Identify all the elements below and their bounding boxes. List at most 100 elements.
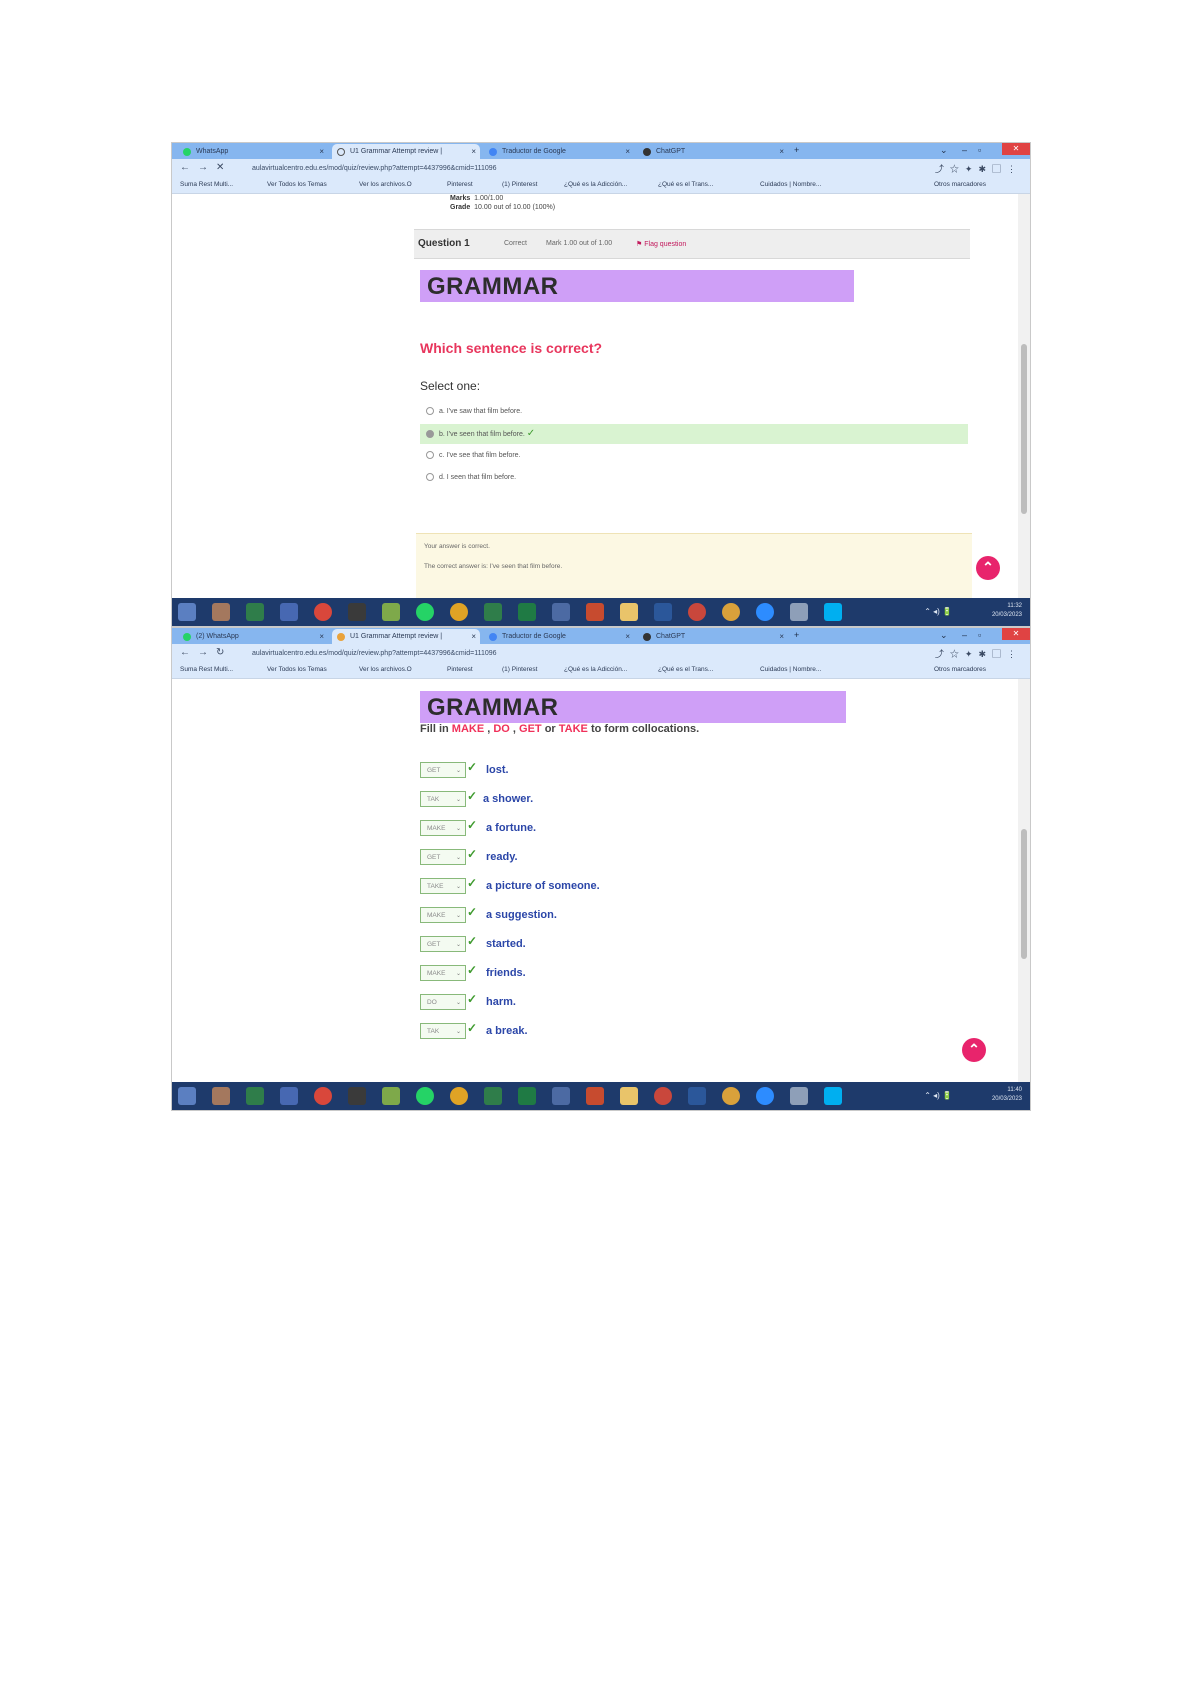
chrome-icon[interactable] <box>722 603 740 621</box>
whatsapp-icon[interactable] <box>416 603 434 621</box>
bookmark-item[interactable]: Pinterest <box>447 666 473 673</box>
answer-select[interactable]: DO ⌄ <box>420 994 466 1010</box>
radio-button[interactable] <box>426 451 434 460</box>
stop-icon[interactable]: ✕ <box>216 162 224 173</box>
tab-whatsapp[interactable]: WhatsApp × <box>178 144 328 159</box>
app-icon[interactable] <box>348 1087 366 1105</box>
answer-select[interactable]: GET ⌄ <box>420 762 466 778</box>
bookmark-item[interactable]: ¿Qué es la Adicción... <box>564 181 627 188</box>
answer-option-correct[interactable]: b. I've seen that film before. ✓ <box>420 424 968 444</box>
excel-icon[interactable] <box>518 603 536 621</box>
app-icon[interactable] <box>348 603 366 621</box>
bookmark-item[interactable]: (1) Pinterest <box>502 666 537 673</box>
tab-search-icon[interactable]: ⌄ <box>940 143 948 157</box>
bookmark-item[interactable]: Ver Todos los Temas <box>267 181 327 188</box>
tray-icons[interactable]: ⌃ ◂) 🔋 <box>924 607 952 616</box>
project-icon[interactable] <box>484 603 502 621</box>
bookmark-item[interactable]: Ver Todos los Temas <box>267 666 327 673</box>
project-icon[interactable] <box>246 603 264 621</box>
chrome-icon[interactable] <box>688 603 706 621</box>
close-tab-icon[interactable]: × <box>779 144 784 159</box>
url-field[interactable]: aulavirtualcentro.edu.es/mod/quiz/review… <box>240 161 812 176</box>
tab-chatgpt[interactable]: ChatGPT × <box>638 144 788 159</box>
url-field[interactable]: aulavirtualcentro.edu.es/mod/quiz/review… <box>240 646 812 661</box>
close-tab-icon[interactable]: × <box>319 144 324 159</box>
radio-button[interactable] <box>426 473 434 482</box>
new-tab-icon[interactable]: + <box>794 143 799 157</box>
folder-icon[interactable] <box>620 603 638 621</box>
toolbar-icons[interactable]: ⤴☆✦✱▢⋮ <box>935 647 1022 660</box>
close-tab-icon[interactable]: × <box>319 629 324 644</box>
word-icon[interactable] <box>654 603 672 621</box>
answer-select[interactable]: TAKE ⌄ <box>420 878 466 894</box>
zoom-icon[interactable] <box>756 603 774 621</box>
close-tab-icon[interactable]: × <box>625 144 630 159</box>
app-icon[interactable] <box>212 1087 230 1105</box>
answer-select[interactable]: GET ⌄ <box>420 936 466 952</box>
back-icon[interactable]: ← <box>180 162 190 173</box>
tab-whatsapp[interactable]: (2) WhatsApp × <box>178 629 328 644</box>
back-to-top-button[interactable]: ⌃ <box>962 1038 986 1062</box>
app-icon[interactable] <box>382 1087 400 1105</box>
bookmark-item[interactable]: Suma Rest Multi... <box>180 666 233 673</box>
bookmark-item[interactable]: Pinterest <box>447 181 473 188</box>
powerpoint-icon[interactable] <box>586 603 604 621</box>
app-icon[interactable] <box>790 1087 808 1105</box>
skype-icon[interactable] <box>824 1087 842 1105</box>
other-bookmarks[interactable]: Otros marcadores <box>934 666 986 673</box>
page-scrollbar[interactable] <box>1018 679 1030 1082</box>
app-icon[interactable] <box>382 603 400 621</box>
tab-quiz-review[interactable]: U1 Grammar Attempt review | × <box>332 144 480 159</box>
window-close-button[interactable]: ✕ <box>1002 143 1030 155</box>
app-icon[interactable] <box>552 1087 570 1105</box>
folder-icon[interactable] <box>620 1087 638 1105</box>
answer-select[interactable]: TAK ⌄ <box>420 1023 466 1039</box>
visio-icon[interactable] <box>280 1087 298 1105</box>
close-tab-icon[interactable]: × <box>471 144 476 159</box>
word-icon[interactable] <box>688 1087 706 1105</box>
maximize-icon[interactable]: ▫ <box>978 143 981 157</box>
chrome-icon[interactable] <box>654 1087 672 1105</box>
bookmark-item[interactable]: ¿Qué es el Trans... <box>658 181 713 188</box>
tab-translate[interactable]: Traductor de Google × <box>484 144 634 159</box>
answer-option[interactable]: d. I seen that film before. <box>420 468 968 488</box>
chrome-icon[interactable] <box>314 1087 332 1105</box>
chrome-icon[interactable] <box>450 1087 468 1105</box>
visio-icon[interactable] <box>280 603 298 621</box>
chrome-icon[interactable] <box>314 603 332 621</box>
start-icon[interactable] <box>178 1087 196 1105</box>
tab-search-icon[interactable]: ⌄ <box>940 628 948 642</box>
answer-select[interactable]: MAKE ⌄ <box>420 907 466 923</box>
bookmark-item[interactable]: ¿Qué es la Adicción... <box>564 666 627 673</box>
radio-button[interactable] <box>426 407 434 416</box>
tab-chatgpt[interactable]: ChatGPT × <box>638 629 788 644</box>
bookmark-item[interactable]: Suma Rest Multi... <box>180 181 233 188</box>
answer-option[interactable]: a. I've saw that film before. <box>420 402 968 422</box>
other-bookmarks[interactable]: Otros marcadores <box>934 181 986 188</box>
radio-button-selected[interactable] <box>426 430 434 439</box>
bookmark-item[interactable]: Ver los archivos.O <box>359 181 412 188</box>
whatsapp-icon[interactable] <box>416 1087 434 1105</box>
bookmark-item[interactable]: Cuidados | Nombre... <box>760 181 821 188</box>
minimize-icon[interactable]: – <box>962 628 967 642</box>
scrollbar-thumb[interactable] <box>1021 344 1027 514</box>
maximize-icon[interactable]: ▫ <box>978 628 981 642</box>
flag-question-link[interactable]: ⚑ Flag question <box>636 240 686 248</box>
tab-translate[interactable]: Traductor de Google × <box>484 629 634 644</box>
chrome-icon[interactable] <box>722 1087 740 1105</box>
skype-icon[interactable] <box>824 603 842 621</box>
project-icon[interactable] <box>484 1087 502 1105</box>
close-tab-icon[interactable]: × <box>471 629 476 644</box>
close-tab-icon[interactable]: × <box>625 629 630 644</box>
answer-select[interactable]: GET ⌄ <box>420 849 466 865</box>
minimize-icon[interactable]: – <box>962 143 967 157</box>
scrollbar-thumb[interactable] <box>1021 829 1027 959</box>
answer-option[interactable]: c. I've see that film before. <box>420 446 968 466</box>
powerpoint-icon[interactable] <box>586 1087 604 1105</box>
app-icon[interactable] <box>552 603 570 621</box>
back-to-top-button[interactable]: ⌃ <box>976 556 1000 580</box>
app-icon[interactable] <box>212 603 230 621</box>
reload-icon[interactable]: ↻ <box>216 647 224 658</box>
bookmark-item[interactable]: (1) Pinterest <box>502 181 537 188</box>
window-close-button[interactable]: ✕ <box>1002 628 1030 640</box>
